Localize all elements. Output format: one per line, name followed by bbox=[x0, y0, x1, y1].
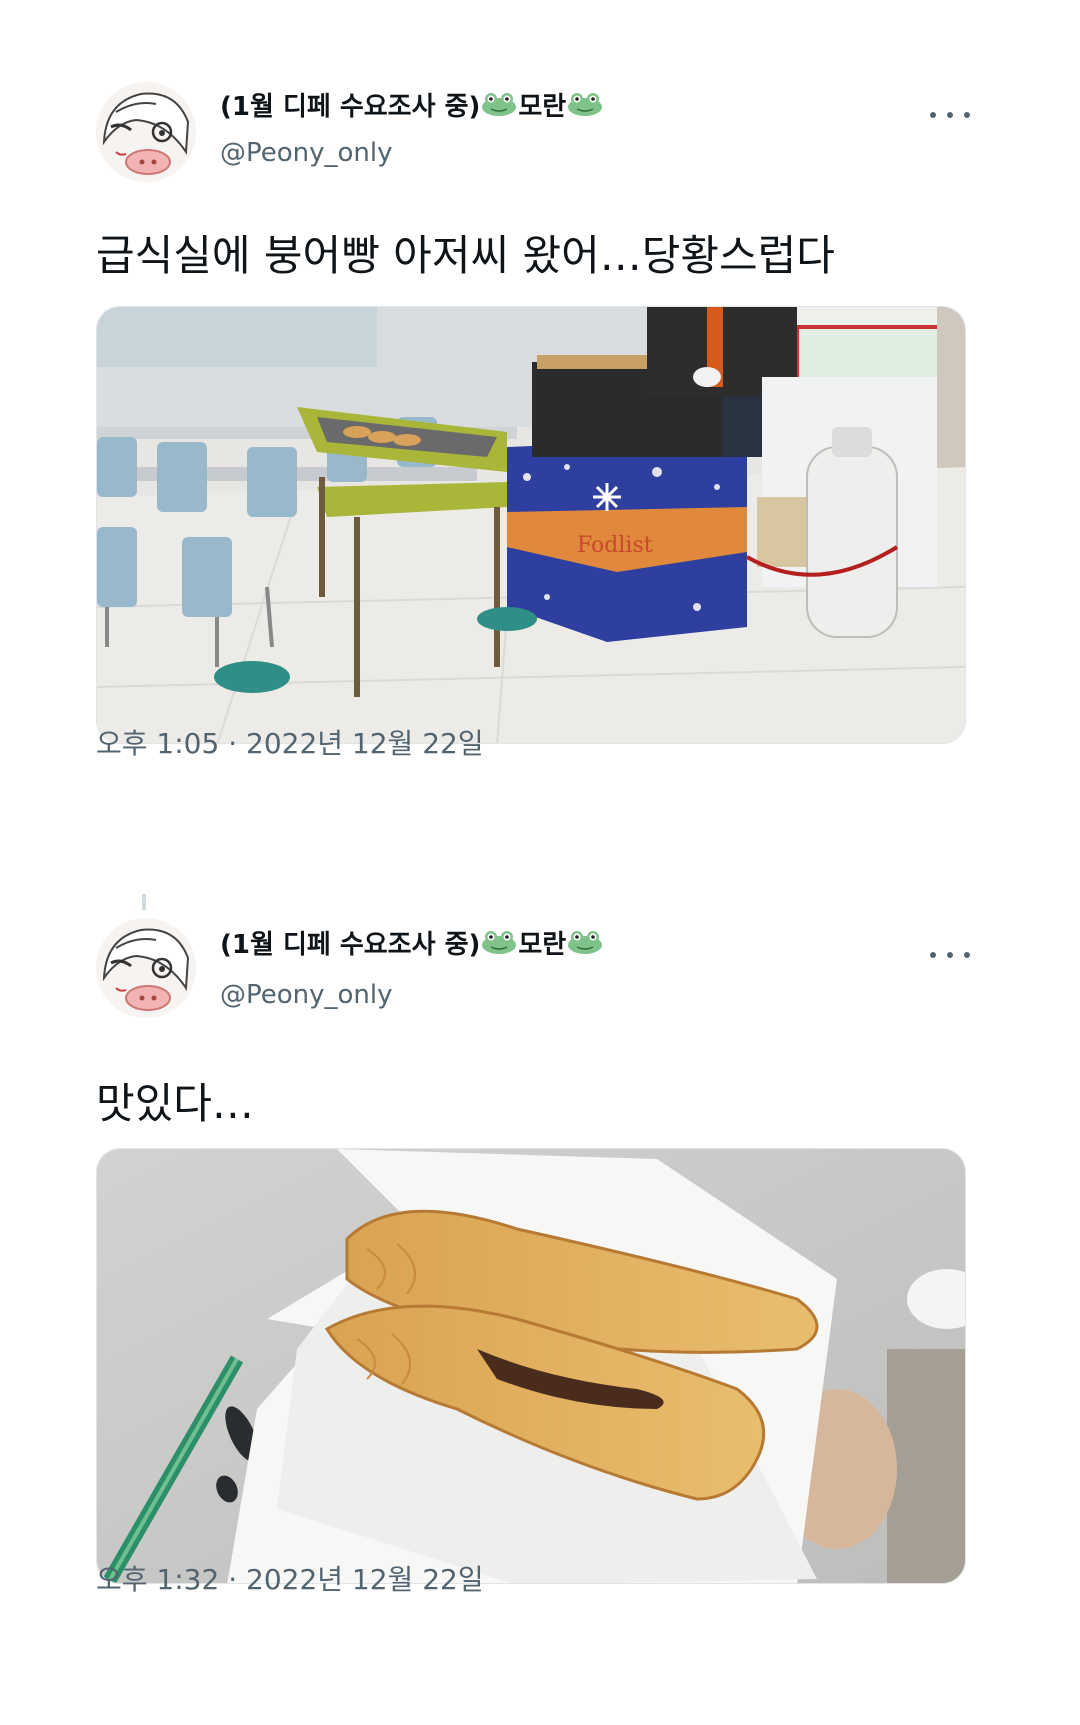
bungeoppang-photo-icon bbox=[97, 1149, 965, 1583]
more-dot bbox=[947, 952, 953, 958]
tweet-photo[interactable]: Fodlist bbox=[96, 306, 966, 744]
cafeteria-photo-icon: Fodlist bbox=[97, 307, 965, 743]
display-name-prefix: (1월 디페 수요조사 중) bbox=[220, 929, 481, 960]
anime-face-avatar-icon bbox=[96, 82, 196, 182]
more-dot bbox=[947, 112, 953, 118]
more-dot bbox=[964, 952, 970, 958]
frog-icon bbox=[568, 931, 603, 954]
more-dot bbox=[930, 952, 936, 958]
more-options-icon[interactable] bbox=[930, 100, 970, 130]
more-dot bbox=[930, 112, 936, 118]
frog-icon bbox=[568, 93, 603, 116]
display-name-suffix: 모란 bbox=[518, 929, 567, 960]
tweet-text: 급식실에 붕어빵 아저씨 왔어…당황스럽다 bbox=[96, 231, 835, 280]
frog-icon bbox=[482, 931, 517, 954]
more-dot bbox=[964, 112, 970, 118]
avatar[interactable] bbox=[96, 82, 196, 182]
banner-brand-label: Fodlist bbox=[577, 533, 653, 558]
thread-connector bbox=[142, 894, 146, 910]
anime-face-avatar-icon bbox=[96, 918, 196, 1018]
tweet-1[interactable]: (1월 디페 수요조사 중) 모란 @Peony_only 급식실에 붕어빵 아… bbox=[0, 0, 1080, 800]
tweet-timestamp[interactable]: 오후 1:05 · 2022년 12월 22일 bbox=[96, 722, 484, 762]
user-handle[interactable]: @Peony_only bbox=[220, 138, 393, 168]
tweet-text: 맛있다… bbox=[96, 1079, 254, 1128]
display-name[interactable]: (1월 디페 수요조사 중) 모란 bbox=[220, 922, 604, 962]
tweet-timestamp[interactable]: 오후 1:32 · 2022년 12월 22일 bbox=[96, 1558, 484, 1598]
user-handle[interactable]: @Peony_only bbox=[220, 980, 393, 1010]
snowflake-icon bbox=[593, 483, 621, 511]
frog-icon bbox=[482, 93, 517, 116]
avatar[interactable] bbox=[96, 918, 196, 1018]
tweet-photo[interactable] bbox=[96, 1148, 966, 1584]
display-name[interactable]: (1월 디페 수요조사 중) 모란 bbox=[220, 84, 604, 124]
display-name-prefix: (1월 디페 수요조사 중) bbox=[220, 91, 481, 122]
display-name-suffix: 모란 bbox=[518, 91, 567, 122]
more-options-icon[interactable] bbox=[930, 940, 970, 970]
